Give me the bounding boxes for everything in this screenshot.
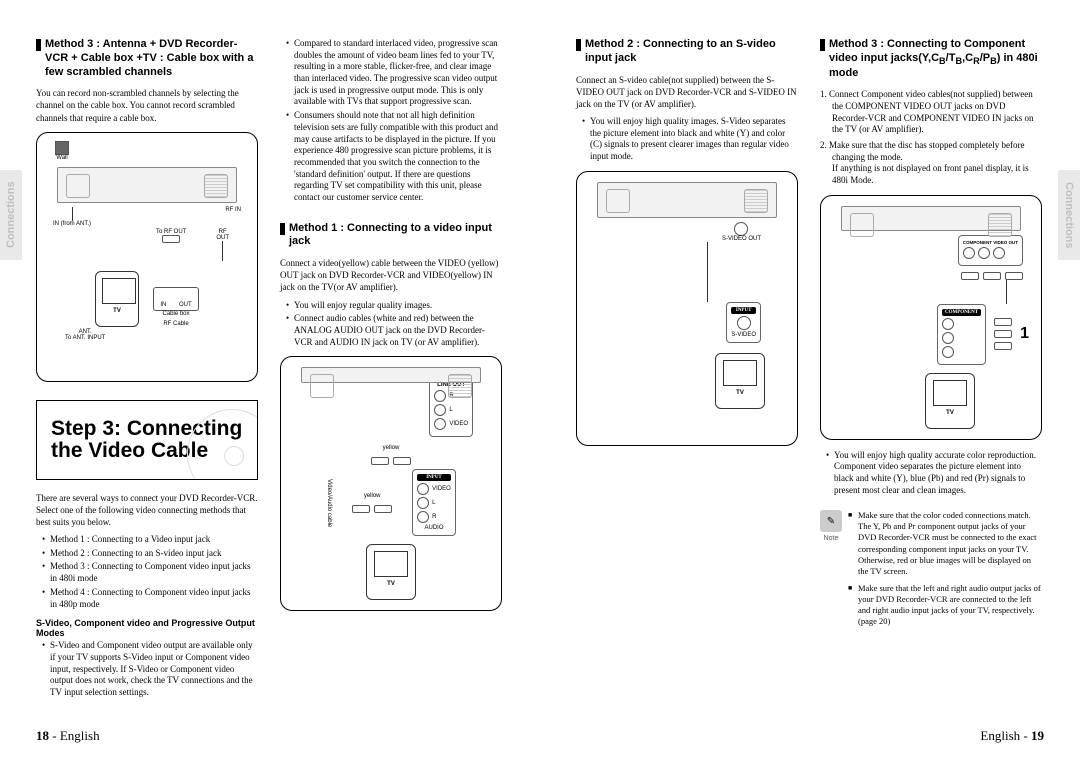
heading-bar-icon bbox=[36, 39, 41, 51]
input-label: INPUT bbox=[417, 474, 451, 481]
m3-quality: You will enjoy high quality accurate col… bbox=[826, 450, 1042, 497]
fig-video: VIDEO bbox=[449, 421, 468, 427]
fig-tv: TV bbox=[722, 390, 758, 396]
plang: English bbox=[60, 728, 100, 743]
fig-in-label: IN (from ANT.) bbox=[53, 221, 91, 227]
para-ways: There are several ways to connect your D… bbox=[36, 492, 258, 528]
method-item: Method 4 : Connecting to Component video… bbox=[42, 587, 258, 610]
para-method1: Connect a video(yellow) cable between th… bbox=[280, 257, 502, 293]
fig-tv-label: TV bbox=[102, 308, 132, 314]
side-tab-right: Connections bbox=[1058, 170, 1080, 260]
heading-bar-icon bbox=[820, 39, 825, 51]
input-label: INPUT bbox=[731, 307, 756, 314]
page-right: Connections Method 2 : Connecting to an … bbox=[540, 0, 1080, 762]
fig-video2: VIDEO bbox=[432, 486, 451, 492]
heading-method2: Method 2 : Connecting to an S-video inpu… bbox=[576, 38, 798, 66]
fig-rfcable: RF Cable bbox=[163, 321, 188, 327]
m2-bullet: You will enjoy high quality images. S-Vi… bbox=[582, 116, 798, 163]
method-list: Method 1 : Connecting to a Video input j… bbox=[36, 534, 258, 610]
fig-l2: L bbox=[432, 500, 435, 506]
fig-cb-out: OUT bbox=[179, 302, 192, 308]
step-title-box: Step 3: Connecting the Video Cable bbox=[36, 400, 258, 480]
note-list: Make sure that the color coded connectio… bbox=[848, 510, 1042, 632]
left-col-2: Compared to standard interlaced video, p… bbox=[280, 38, 502, 732]
heading-text: Method 3 : Antenna + DVD Recorder-VCR + … bbox=[45, 38, 258, 79]
right-col-2: Method 3 : Connecting to Component video… bbox=[820, 38, 1042, 732]
subbullet-item: S-Video and Component video output are a… bbox=[42, 640, 258, 698]
pnum: 19 bbox=[1031, 728, 1044, 743]
prog-scan-bullets: Compared to standard interlaced video, p… bbox=[280, 38, 502, 204]
method-item: Method 3 : Connecting to Component video… bbox=[42, 561, 258, 584]
prog-bullet: Compared to standard interlaced video, p… bbox=[286, 38, 502, 108]
method-item: Method 2 : Connecting to an S-video inpu… bbox=[42, 548, 258, 560]
fig-r2: R bbox=[432, 514, 436, 520]
side-tab-left: Connections bbox=[0, 170, 22, 260]
method3-bullets: You will enjoy high quality accurate col… bbox=[820, 450, 1042, 497]
note-block: ✎ Note Make sure that the color coded co… bbox=[820, 510, 1042, 632]
heading-method1: Method 1 : Connecting to a video input j… bbox=[280, 222, 502, 250]
fig-tv: TV bbox=[932, 410, 968, 416]
method1-bullets: You will enjoy regular quality images. C… bbox=[280, 300, 502, 349]
heading-text: Method 2 : Connecting to an S-video inpu… bbox=[585, 38, 798, 66]
m1-bullet: You will enjoy regular quality images. bbox=[286, 300, 502, 312]
left-col-1: Method 3 : Antenna + DVD Recorder-VCR + … bbox=[36, 38, 258, 732]
component: COMPONENT bbox=[942, 309, 981, 316]
subhead-modes: S-Video, Component video and Progressive… bbox=[36, 618, 258, 638]
plang: English bbox=[980, 728, 1020, 743]
m3-step: 1. Connect Component video cables(not su… bbox=[820, 89, 1042, 136]
fig-l: L bbox=[449, 407, 452, 413]
figure-method1: LINE OUT R L VIDEO yellow Video/Au bbox=[280, 356, 502, 611]
fig-cb-in: IN bbox=[160, 302, 166, 308]
svideo-label: S-VIDEO bbox=[731, 332, 756, 338]
heading-bar-icon bbox=[280, 223, 285, 235]
page-spread: Connections Method 3 : Antenna + DVD Rec… bbox=[0, 0, 1080, 762]
note-item: Make sure that the color coded connectio… bbox=[848, 510, 1042, 576]
fig-cablebox: Cable box bbox=[162, 311, 189, 317]
heading-method3-component: Method 3 : Connecting to Component video… bbox=[820, 38, 1042, 81]
subbullets: S-Video and Component video output are a… bbox=[36, 640, 258, 698]
note-icon: ✎ bbox=[820, 510, 842, 532]
note-label: Note bbox=[824, 534, 839, 543]
method3-steps: 1. Connect Component video cables(not su… bbox=[820, 89, 1042, 187]
page-left: Connections Method 3 : Antenna + DVD Rec… bbox=[0, 0, 540, 762]
pnum: 18 bbox=[36, 728, 49, 743]
m1-bullet: Connect audio cables (white and red) bet… bbox=[286, 313, 502, 348]
fig-wall-label: Wall bbox=[55, 155, 69, 161]
note-item: Make sure that the left and right audio … bbox=[848, 583, 1042, 627]
heading-method3-antenna: Method 3 : Antenna + DVD Recorder-VCR + … bbox=[36, 38, 258, 79]
fig-audio: AUDIO bbox=[417, 525, 451, 531]
yellow1: yellow bbox=[383, 445, 400, 451]
para-intro: You can record non-scrambled channels by… bbox=[36, 87, 258, 123]
heading-text: Method 1 : Connecting to a video input j… bbox=[289, 222, 502, 250]
heading-bar-icon bbox=[576, 39, 581, 51]
figure-method3: COMPONENT VIDEO OUT COMPONENT bbox=[820, 195, 1042, 440]
fig-rfin-label: RF IN bbox=[225, 207, 241, 213]
figure-antenna-diagram: Wall IN (from ANT.) RF IN bbox=[36, 132, 258, 382]
compout: COMPONENT VIDEO OUT bbox=[963, 240, 1018, 245]
method2-bullets: You will enjoy high quality images. S-Vi… bbox=[576, 116, 798, 163]
heading-text: Method 3 : Connecting to Component video… bbox=[829, 38, 1042, 81]
figure-method2: S-VIDEO OUT INPUT S-VIDEO TV bbox=[576, 171, 798, 446]
page-number-left: 18 - English bbox=[36, 728, 100, 744]
fig-one: 1 bbox=[1020, 325, 1029, 343]
fig-toant: To ANT. INPUT bbox=[65, 335, 105, 341]
right-col-1: Method 2 : Connecting to an S-video inpu… bbox=[576, 38, 798, 732]
va-cable: Video/Audio cable bbox=[326, 479, 332, 527]
fig-tv: TV bbox=[373, 581, 409, 587]
para-method2: Connect an S-video cable(not supplied) b… bbox=[576, 74, 798, 110]
yellow2: yellow bbox=[364, 493, 381, 499]
fig-torf: To RF OUT bbox=[156, 229, 186, 235]
prog-bullet: Consumers should note that not all high … bbox=[286, 110, 502, 204]
m3-step: 2. Make sure that the disc has stopped c… bbox=[820, 140, 1042, 187]
method-item: Method 1 : Connecting to a Video input j… bbox=[42, 534, 258, 546]
page-number-right: English - 19 bbox=[980, 728, 1044, 744]
svideoout: S-VIDEO OUT bbox=[722, 236, 761, 242]
